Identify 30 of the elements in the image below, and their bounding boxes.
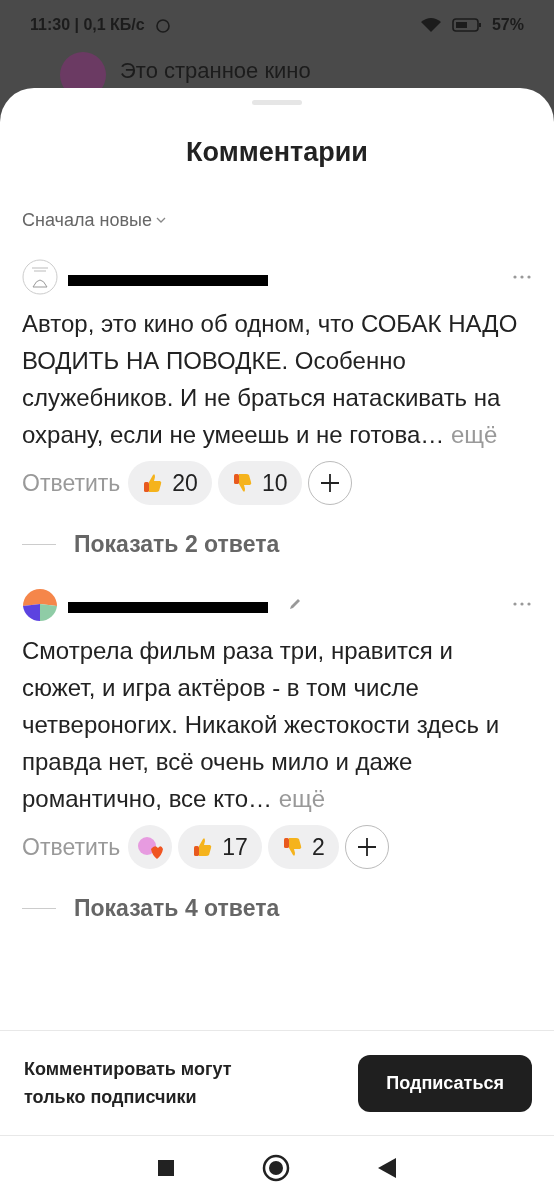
comment-text: Смотрела фильм раза три, нравится и сюжет, и игра актёров - в том числе четвероногих. Никакой жестокости здесь и правда нет, всё очень мило и даже романтично, все кто… ещё [22, 636, 501, 814]
show-replies-button[interactable]: Показать 2 ответа [74, 531, 280, 558]
sheet-title: Комментарии [185, 137, 369, 168]
avatar [22, 259, 58, 295]
back-icon[interactable] [378, 1158, 396, 1178]
sticker-reaction[interactable] [128, 825, 173, 869]
dislike-button[interactable]: 10 [217, 461, 302, 505]
battery-icon [451, 17, 482, 33]
like-button[interactable]: 17 [178, 825, 262, 869]
add-reaction-button[interactable] [307, 461, 352, 505]
avatar [22, 586, 58, 622]
thumbs-down-icon [281, 836, 304, 858]
chevron-down-icon [155, 217, 166, 224]
sort-selector[interactable]: Сначала новые [22, 210, 152, 231]
subscribe-button[interactable]: Подписаться [358, 1054, 532, 1112]
plus-icon [356, 837, 377, 857]
comment-text: Автор, это кино об одном, что СОБАК НАДО ВОДИТЬ НА ПОВОДКЕ. Особенно служебников. И не браться натаскивать на охрану, если не умеешь и не готова… ещё [22, 309, 519, 450]
dislike-button[interactable]: 2 [267, 825, 339, 869]
show-replies-button[interactable]: Показать 4 ответа [74, 895, 280, 922]
plus-icon [319, 473, 340, 493]
more-icon[interactable] [512, 601, 532, 607]
more-icon[interactable] [512, 274, 532, 280]
add-reaction-button[interactable] [344, 825, 389, 869]
like-button[interactable]: 20 [128, 461, 212, 505]
subscribers-only-note: Комментировать могут только подписчики [24, 1058, 233, 1109]
drag-handle[interactable] [252, 100, 302, 105]
home-icon[interactable] [262, 1154, 290, 1182]
wifi-icon [419, 17, 442, 33]
thumbs-down-icon [231, 472, 254, 494]
channel-avatar [60, 52, 106, 90]
